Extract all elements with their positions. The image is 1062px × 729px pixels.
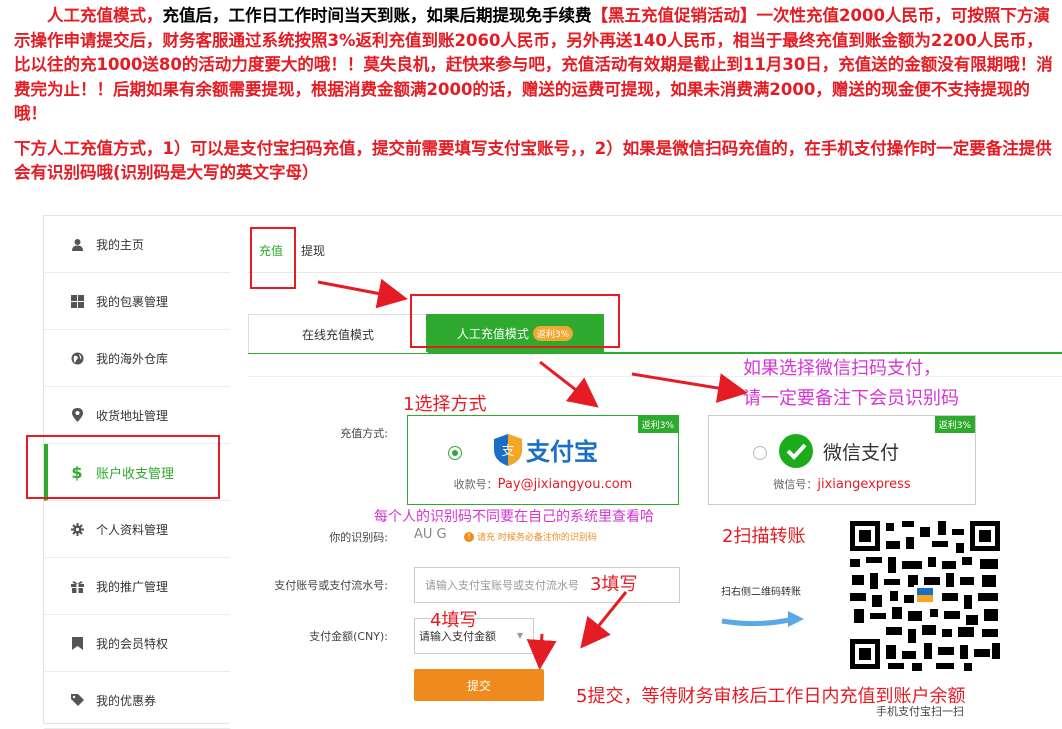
wechat-logo: 微信支付 [779,434,899,468]
sidebar-item-label: 收货地址管理 [96,408,169,423]
alipay-brand: 支付宝 [526,438,598,466]
scan-hint: 扫右侧二维码转账 [721,587,801,598]
sidebar-item-label: 我的会员特权 [96,636,169,651]
alipay-logo: 支 支付宝 [494,432,598,467]
online-mode-label: 在线充值模式 [301,327,374,342]
sidebar-item-label: 我的海外仓库 [96,351,169,366]
sidebar-item-label: 我的包裹管理 [96,294,169,309]
account-placeholder: 请输入支付宝账号或支付流水号 [425,579,579,592]
chevron-down-icon: ▼ [516,631,523,640]
online-mode-tab[interactable]: 在线充值模式 [248,314,428,353]
method-label: 充值方式: [340,427,388,440]
wechat-rebate-badge: 返利3% [934,416,975,433]
intro-body: 充值后，工作日工作时间当天到账，如果后期提现免手续费 [162,6,592,25]
sidebar-item-label: 我的推广管理 [96,579,169,594]
svg-text:支: 支 [501,444,514,459]
alipay-account-value: Pay@jixiangyou.com [497,477,633,492]
shield-icon: 支 [494,433,522,466]
mode-tabs: 在线充值模式 人工充值模式 返利3% [248,314,1062,354]
amount-label: 支付金额(CNY): [309,630,388,643]
member-code: AU G [414,527,447,542]
account-label: 支付账号或支付流水号: [274,579,388,592]
wechat-radio[interactable] [753,446,767,460]
submit-button[interactable]: 提交 [414,669,544,701]
tab-divider [247,272,1062,273]
recharge-form: 充值方式: 返利3% 支 支付宝 收款号：Pay@jixiangyou.com … [248,376,1062,724]
alipay-option[interactable]: 返利3% 支 支付宝 收款号：Pay@jixiangyou.com [407,415,679,505]
highlight-manual-mode [410,294,620,348]
qr-code [846,517,1004,673]
user-icon [70,237,84,251]
intro-text: 人工充值模式，充值后，工作日工作时间当天到账，如果后期提现免手续费【黑五充值促销… [14,4,1054,186]
annotation-wechat-note-1: 如果选择微信扫码支付， [743,358,941,379]
alipay-account-label: 收款号： [453,478,498,491]
sidebar-item-label: 个人资料管理 [96,522,169,537]
account-input[interactable]: 请输入支付宝账号或支付流水号 [414,567,680,603]
wechat-account-value: jixiangexpress [817,477,911,492]
sidebar-item-coupons[interactable]: 我的优惠券 [44,672,230,729]
annotation-step2: 2扫描转账 [722,526,806,547]
wechat-account-label: 微信号： [773,478,818,491]
sidebar-item-promotion[interactable]: 我的推广管理 [44,558,230,615]
sidebar-item-profile[interactable]: 个人资料管理 [44,501,230,558]
gear-icon [70,522,84,536]
alipay-radio[interactable] [448,446,462,460]
intro-paragraph-1: 人工充值模式，充值后，工作日工作时间当天到账，如果后期提现免手续费【黑五充值促销… [14,4,1054,127]
intro-highlight: 人工充值模式， [47,6,163,25]
sidebar-item-membership[interactable]: 我的会员特权 [44,615,230,672]
annotation-wechat-note-2: 请一定要备注下会员识别码 [743,388,959,409]
location-pin-icon [70,408,84,422]
annotation-step5: 5提交，等待财务审核后工作日内充值到账户余额 [576,686,966,707]
code-label: 你的识别码: [329,531,388,544]
annotation-step1: 1选择方式 [403,394,487,415]
tab-withdraw[interactable]: 提现 [301,242,325,259]
sidebar-item-warehouse[interactable]: 我的海外仓库 [44,330,230,387]
sidebar-item-label: 我的优惠券 [96,693,157,708]
wechat-account: 微信号：jixiangexpress [709,476,975,492]
code-hint-text: 请充 时候务必备注你的识别码 [477,533,597,543]
wechat-option[interactable]: 返利3% 微信支付 微信号：jixiangexpress [708,415,976,505]
annotation-step3: 3填写 [590,574,638,595]
highlight-account-menu [26,435,220,499]
intro-paragraph-2: 下方人工充值方式，1）可以是支付宝扫码充值，提交前需要填写支付宝账号，，2）如果… [14,138,1052,183]
info-icon: ! [464,531,474,542]
submit-label: 提交 [466,678,491,693]
alipay-account: 收款号：Pay@jixiangyou.com [408,476,678,492]
gift-icon [70,579,84,593]
wechat-brand: 微信支付 [823,441,900,464]
tag-icon [70,693,84,707]
code-hint: ! 请充 时候务必备注你的识别码 [464,530,597,543]
wechat-pay-icon [779,434,813,468]
grid-icon [70,294,84,308]
annotation-code-note: 每个人的识别码不同要在自己的系统里查看哈 [374,509,654,525]
alipay-rebate-badge: 返利3% [637,416,678,433]
main-panel: 充值 提现 在线充值模式 人工充值模式 返利3% 充值方式: 返利3% 支 支付宝… [229,215,1062,723]
blue-arrow-icon [721,611,804,627]
sidebar-item-label: 我的主页 [96,237,145,252]
bookmark-icon [70,636,84,650]
sidebar-item-packages[interactable]: 我的包裹管理 [44,273,230,330]
globe-icon [70,351,84,365]
highlight-recharge-tab [250,227,296,289]
sidebar-item-home[interactable]: 我的主页 [44,216,230,273]
annotation-step4: 4填写 [430,610,478,631]
